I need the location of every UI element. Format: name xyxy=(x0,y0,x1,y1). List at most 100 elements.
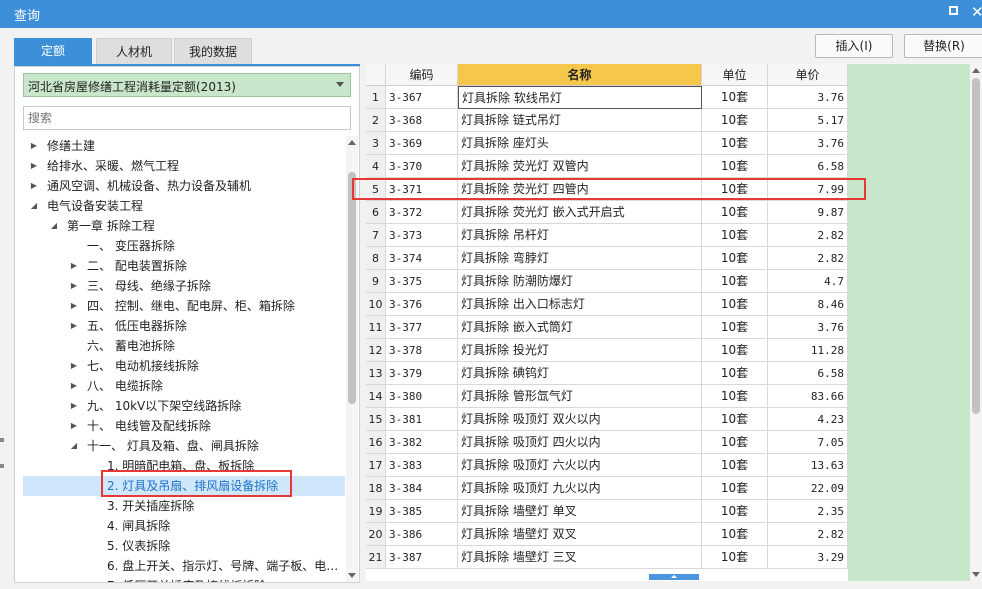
cell-price[interactable]: 4.23 xyxy=(768,408,848,431)
table-row[interactable]: 21 3-387 灯具拆除 墙壁灯 三叉 10套 3.29 xyxy=(366,546,848,569)
table-row[interactable]: 14 3-380 灯具拆除 管形氙气灯 10套 83.66 xyxy=(366,385,848,408)
cell-price[interactable]: 3.76 xyxy=(768,316,848,339)
tab-labor-material-machine[interactable]: 人材机 xyxy=(96,38,172,64)
scroll-up-icon[interactable] xyxy=(972,68,980,73)
table-row[interactable]: 16 3-382 灯具拆除 吸顶灯 四火以内 10套 7.05 xyxy=(366,431,848,454)
cell-code[interactable]: 3-374 xyxy=(386,247,458,270)
table-row[interactable]: 11 3-377 灯具拆除 嵌入式筒灯 10套 3.76 xyxy=(366,316,848,339)
tree-item-selected[interactable]: 2. 灯具及吊扇、排风扇设备拆除 xyxy=(23,476,345,496)
tree-scroll-thumb[interactable] xyxy=(348,172,356,404)
cell-name[interactable]: 灯具拆除 软线吊灯 xyxy=(458,86,702,109)
cell-name[interactable]: 灯具拆除 吸顶灯 双火以内 xyxy=(458,408,702,431)
cell-price[interactable]: 4.7 xyxy=(768,270,848,293)
cell-unit[interactable]: 10套 xyxy=(702,247,768,270)
cell-name[interactable]: 灯具拆除 吸顶灯 六火以内 xyxy=(458,454,702,477)
cell-name[interactable]: 灯具拆除 荧光灯 嵌入式开启式 xyxy=(458,201,702,224)
cell-name[interactable]: 灯具拆除 出入口标志灯 xyxy=(458,293,702,316)
cell-name[interactable]: 灯具拆除 投光灯 xyxy=(458,339,702,362)
caret-right-icon[interactable]: ▶ xyxy=(69,396,79,416)
cell-price[interactable]: 2.82 xyxy=(768,523,848,546)
table-row[interactable]: 12 3-378 灯具拆除 投光灯 10套 11.28 xyxy=(366,339,848,362)
cell-name[interactable]: 灯具拆除 荧光灯 双管内 xyxy=(458,155,702,178)
caret-down-icon[interactable]: ◢ xyxy=(29,196,39,216)
table-row[interactable]: 18 3-384 灯具拆除 吸顶灯 九火以内 10套 22.09 xyxy=(366,477,848,500)
caret-down-icon[interactable]: ◢ xyxy=(69,436,79,456)
cell-price[interactable]: 2.35 xyxy=(768,500,848,523)
chevron-down-icon[interactable] xyxy=(336,82,344,87)
cell-unit[interactable]: 10套 xyxy=(702,201,768,224)
caret-right-icon[interactable]: ▶ xyxy=(69,416,79,436)
table-row[interactable]: 19 3-385 灯具拆除 墙壁灯 单叉 10套 2.35 xyxy=(366,500,848,523)
cell-unit[interactable]: 10套 xyxy=(702,155,768,178)
cell-price[interactable]: 5.17 xyxy=(768,109,848,132)
caret-right-icon[interactable]: ▶ xyxy=(69,256,79,276)
cell-code[interactable]: 3-379 xyxy=(386,362,458,385)
cell-code[interactable]: 3-383 xyxy=(386,454,458,477)
tab-quota[interactable]: 定额 xyxy=(14,38,92,64)
cell-price[interactable]: 7.05 xyxy=(768,431,848,454)
table-row[interactable]: 7 3-373 灯具拆除 吊杆灯 10套 2.82 xyxy=(366,224,848,247)
grid-scrollbar[interactable] xyxy=(970,64,982,581)
table-row[interactable]: 4 3-370 灯具拆除 荧光灯 双管内 10套 6.58 xyxy=(366,155,848,178)
caret-right-icon[interactable]: ▶ xyxy=(29,136,39,156)
cell-name[interactable]: 灯具拆除 吸顶灯 九火以内 xyxy=(458,477,702,500)
cell-unit[interactable]: 10套 xyxy=(702,500,768,523)
cell-code[interactable]: 3-387 xyxy=(386,546,458,569)
cell-price[interactable]: 3.29 xyxy=(768,546,848,569)
cell-unit[interactable]: 10套 xyxy=(702,408,768,431)
cell-unit[interactable]: 10套 xyxy=(702,385,768,408)
cell-name[interactable]: 灯具拆除 吸顶灯 四火以内 xyxy=(458,431,702,454)
caret-right-icon[interactable]: ▶ xyxy=(69,376,79,396)
cell-price[interactable]: 8.46 xyxy=(768,293,848,316)
cell-code[interactable]: 3-367 xyxy=(386,86,458,109)
cell-code[interactable]: 3-386 xyxy=(386,523,458,546)
cell-name[interactable]: 灯具拆除 链式吊灯 xyxy=(458,109,702,132)
cell-name[interactable]: 灯具拆除 墙壁灯 双叉 xyxy=(458,523,702,546)
cell-price[interactable]: 2.82 xyxy=(768,224,848,247)
cell-unit[interactable]: 10套 xyxy=(702,316,768,339)
cell-code[interactable]: 3-382 xyxy=(386,431,458,454)
table-row[interactable]: 1 3-367 灯具拆除 软线吊灯 10套 3.76 xyxy=(366,86,848,109)
library-select[interactable]: 河北省房屋修缮工程消耗量定额(2013) xyxy=(23,73,351,97)
caret-right-icon[interactable]: ▶ xyxy=(69,316,79,336)
caret-right-icon[interactable]: ▶ xyxy=(69,296,79,316)
scroll-down-icon[interactable] xyxy=(348,573,356,578)
cell-price[interactable]: 6.58 xyxy=(768,155,848,178)
cell-unit[interactable]: 10套 xyxy=(702,362,768,385)
caret-right-icon[interactable]: ▶ xyxy=(29,156,39,176)
table-row[interactable]: 13 3-379 灯具拆除 碘钨灯 10套 6.58 xyxy=(366,362,848,385)
cell-code[interactable]: 3-372 xyxy=(386,201,458,224)
header-name[interactable]: 名称 xyxy=(458,64,702,86)
cell-name[interactable]: 灯具拆除 吊杆灯 xyxy=(458,224,702,247)
header-code[interactable]: 编码 xyxy=(386,64,458,86)
table-row[interactable]: 17 3-383 灯具拆除 吸顶灯 六火以内 10套 13.63 xyxy=(366,454,848,477)
table-row[interactable]: 2 3-368 灯具拆除 链式吊灯 10套 5.17 xyxy=(366,109,848,132)
cell-price[interactable]: 2.82 xyxy=(768,247,848,270)
header-price[interactable]: 单价 xyxy=(768,64,848,86)
cell-name[interactable]: 灯具拆除 防潮防爆灯 xyxy=(458,270,702,293)
cell-unit[interactable]: 10套 xyxy=(702,270,768,293)
cell-price[interactable]: 3.76 xyxy=(768,86,848,109)
cell-unit[interactable]: 10套 xyxy=(702,523,768,546)
cell-price[interactable]: 7.99 xyxy=(768,178,848,201)
cell-price[interactable]: 3.76 xyxy=(768,132,848,155)
cell-code[interactable]: 3-373 xyxy=(386,224,458,247)
cell-code[interactable]: 3-384 xyxy=(386,477,458,500)
cell-code[interactable]: 3-381 xyxy=(386,408,458,431)
caret-right-icon[interactable]: ▶ xyxy=(69,276,79,296)
caret-right-icon[interactable]: ▶ xyxy=(69,356,79,376)
cell-code[interactable]: 3-369 xyxy=(386,132,458,155)
cell-unit[interactable]: 10套 xyxy=(702,454,768,477)
table-row[interactable]: 3 3-369 灯具拆除 座灯头 10套 3.76 xyxy=(366,132,848,155)
cell-unit[interactable]: 10套 xyxy=(702,86,768,109)
cell-code[interactable]: 3-370 xyxy=(386,155,458,178)
scroll-up-icon[interactable] xyxy=(348,140,356,145)
cell-name[interactable]: 灯具拆除 墙壁灯 单叉 xyxy=(458,500,702,523)
insert-button[interactable]: 插入(I) xyxy=(815,34,893,58)
cell-name[interactable]: 灯具拆除 座灯头 xyxy=(458,132,702,155)
caret-down-icon[interactable]: ◢ xyxy=(49,216,59,236)
grid-scroll-thumb[interactable] xyxy=(972,78,980,414)
cell-code[interactable]: 3-371 xyxy=(386,178,458,201)
table-row[interactable]: 8 3-374 灯具拆除 弯脖灯 10套 2.82 xyxy=(366,247,848,270)
close-icon[interactable]: ✕ xyxy=(971,3,982,21)
